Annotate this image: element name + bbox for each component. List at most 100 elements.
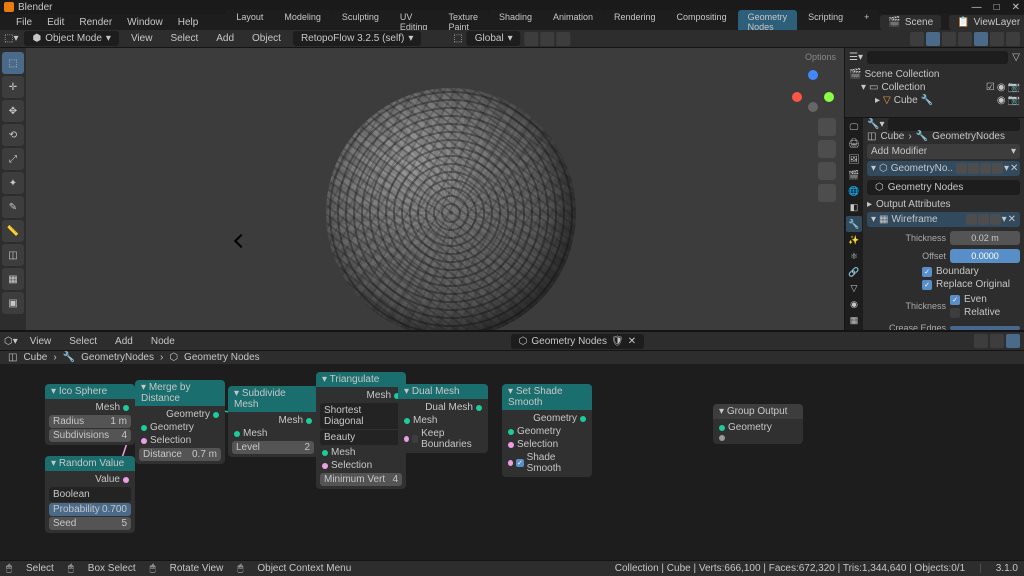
nodegroup-selector[interactable]: ⬡Geometry Nodes <box>867 180 1020 195</box>
seed-field[interactable]: Seed5 <box>49 517 131 530</box>
props-type-icon[interactable]: 🔧▾ <box>867 119 884 130</box>
replace-checkbox[interactable]: ✓Replace Original <box>867 278 1020 291</box>
select-menu[interactable]: Select <box>164 31 204 46</box>
unlink-icon[interactable]: ✕ <box>628 336 636 347</box>
ptab-scene[interactable]: 🎬 <box>846 168 862 183</box>
modifier-wireframe-header[interactable]: ▾▦Wireframe▾✕ <box>867 212 1020 227</box>
scene-selector[interactable]: 🎬Scene <box>880 15 941 30</box>
ptab-material[interactable]: ◉ <box>846 297 862 312</box>
menu-help[interactable]: Help <box>171 15 206 30</box>
axis-neg-z[interactable] <box>808 102 818 112</box>
probability-field[interactable]: Probability0.700 <box>49 503 131 516</box>
ne-select-menu[interactable]: Select <box>63 334 103 349</box>
mod-render-icon[interactable] <box>990 214 1001 225</box>
ptab-modifiers[interactable]: 🔧 <box>846 216 862 231</box>
axis-z[interactable] <box>808 70 818 80</box>
shading-render-icon[interactable] <box>1006 32 1020 46</box>
addon-dropdown[interactable]: RetopoFlow 3.2.5 (self)▾ <box>293 31 421 46</box>
mod-close-icon[interactable]: ✕ <box>1010 163 1018 174</box>
add-menu[interactable]: Add <box>210 31 240 46</box>
node-canvas[interactable]: ▾ Ico Sphere Mesh Radius1 m Subdivisions… <box>0 364 1024 560</box>
orientation-selector[interactable]: Global▾ <box>467 31 521 46</box>
xray-icon[interactable] <box>942 32 956 46</box>
pan-icon[interactable] <box>818 140 836 158</box>
ptab-output[interactable]: 🖨 <box>846 136 862 151</box>
ne-view-menu[interactable]: View <box>24 334 58 349</box>
menu-file[interactable]: File <box>9 15 39 30</box>
mod-edit-icon[interactable] <box>968 163 979 174</box>
tool-extra1[interactable]: ▦ <box>2 268 24 290</box>
level-field[interactable]: Level2 <box>232 441 314 454</box>
ptab-render[interactable]: 🖵 <box>846 120 862 135</box>
subdivisions-field[interactable]: Subdivisions4 <box>49 429 131 442</box>
measure-tool[interactable]: 📏 <box>2 220 24 242</box>
radius-field[interactable]: Radius1 m <box>49 415 131 428</box>
orientation-icon[interactable]: ⬚ <box>453 33 462 44</box>
pivot-icon[interactable] <box>557 32 571 46</box>
add-modifier-button[interactable]: Add Modifier▾ <box>867 144 1020 159</box>
crease-field[interactable] <box>950 326 1020 330</box>
fake-user-icon[interactable]: 🛡 <box>611 336 624 347</box>
outliner-search-input[interactable] <box>867 51 1008 64</box>
ptab-world[interactable]: 🌐 <box>846 184 862 199</box>
shading-matprev-icon[interactable] <box>990 32 1004 46</box>
cursor-tool[interactable]: ✛ <box>2 76 24 98</box>
prop-edit-icon[interactable] <box>541 32 555 46</box>
editor-type-icon[interactable]: ⬡▾ <box>4 336 18 347</box>
nodegroup-field[interactable]: ⬡Geometry Nodes🛡✕ <box>511 334 644 349</box>
camera-view-icon[interactable] <box>818 162 836 180</box>
modifier-geonodes-header[interactable]: ▾⬡GeometryNo..▾✕ <box>867 161 1020 176</box>
add-cube-tool[interactable]: ◫ <box>2 244 24 266</box>
ptab-viewlayer[interactable]: 🖼 <box>846 152 862 167</box>
boundary-checkbox[interactable]: ✓Boundary <box>867 265 1020 278</box>
mod-realtime-icon[interactable] <box>978 214 989 225</box>
menu-render[interactable]: Render <box>72 15 119 30</box>
mod-edit-icon[interactable] <box>966 214 977 225</box>
window-controls[interactable]: —□✕ <box>972 2 1020 13</box>
object-menu[interactable]: Object <box>246 31 287 46</box>
outliner-scene-row[interactable]: 🎬Scene Collection <box>849 68 1020 81</box>
pin-icon[interactable] <box>974 334 988 348</box>
ptab-texture[interactable]: ▦ <box>846 313 862 328</box>
mod-menu-icon[interactable]: ▾ <box>1002 214 1007 225</box>
render-icon[interactable]: 📷 <box>1008 95 1020 106</box>
editor-type-icon[interactable]: ⬚▾ <box>4 33 18 44</box>
ne-node-menu[interactable]: Node <box>145 334 181 349</box>
props-search-input[interactable] <box>888 118 1020 131</box>
ptab-object[interactable]: ◧ <box>846 200 862 215</box>
gizmo-toggle-icon[interactable] <box>910 32 924 46</box>
ptab-physics[interactable]: ⚛ <box>846 249 862 264</box>
select-box-tool[interactable]: ⬚ <box>2 52 24 74</box>
output-attrs-toggle[interactable]: ▸Output Attributes <box>867 197 1020 212</box>
min-verts-field[interactable]: Minimum Vert4 <box>320 473 402 486</box>
even-checkbox[interactable]: ✓Even <box>950 293 1020 306</box>
snap-icon[interactable] <box>990 334 1004 348</box>
tool-extra2[interactable]: ▣ <box>2 292 24 314</box>
shading-wire-icon[interactable] <box>958 32 972 46</box>
options-dropdown[interactable]: Options <box>805 52 836 62</box>
outliner-object-row[interactable]: ▸▽Cube🔧◉📷 <box>849 94 1020 107</box>
scale-tool[interactable]: ⤢ <box>2 148 24 170</box>
node-set-shade-smooth[interactable]: ▾ Set Shade Smooth Geometry Geometry Sel… <box>502 384 592 477</box>
node-triangulate[interactable]: ▾ Triangulate Mesh Shortest Diagonal Bea… <box>316 372 406 489</box>
distance-field[interactable]: Distance0.7 m <box>139 448 221 461</box>
axis-x[interactable] <box>792 92 802 102</box>
navigation-gizmo[interactable] <box>790 68 836 114</box>
filter-icon[interactable]: ▽ <box>1012 52 1020 63</box>
outliner-type-icon[interactable]: ☰▾ <box>849 52 863 63</box>
relative-checkbox[interactable]: Relative <box>950 306 1020 319</box>
node-subdivide-mesh[interactable]: ▾ Subdivide Mesh Mesh Mesh Level2 <box>228 386 318 457</box>
shading-solid-icon[interactable] <box>974 32 988 46</box>
render-icon[interactable]: 📷 <box>1008 82 1020 93</box>
mod-realtime-icon[interactable] <box>980 163 991 174</box>
zoom-icon[interactable] <box>818 118 836 136</box>
outliner-collection-row[interactable]: ▾▭Collection☑◉📷 <box>849 81 1020 94</box>
mode-selector[interactable]: ⬢Object Mode▾ <box>24 31 118 46</box>
node-ico-sphere[interactable]: ▾ Ico Sphere Mesh Radius1 m Subdivisions… <box>45 384 135 445</box>
transform-tool[interactable]: ✦ <box>2 172 24 194</box>
node-dual-mesh[interactable]: ▾ Dual Mesh Dual Mesh Mesh Keep Boundari… <box>398 384 488 453</box>
annotate-tool[interactable]: ✎ <box>2 196 24 218</box>
snap-icon[interactable] <box>525 32 539 46</box>
rotate-tool[interactable]: ⟲ <box>2 124 24 146</box>
ptab-constraints[interactable]: 🔗 <box>846 265 862 280</box>
